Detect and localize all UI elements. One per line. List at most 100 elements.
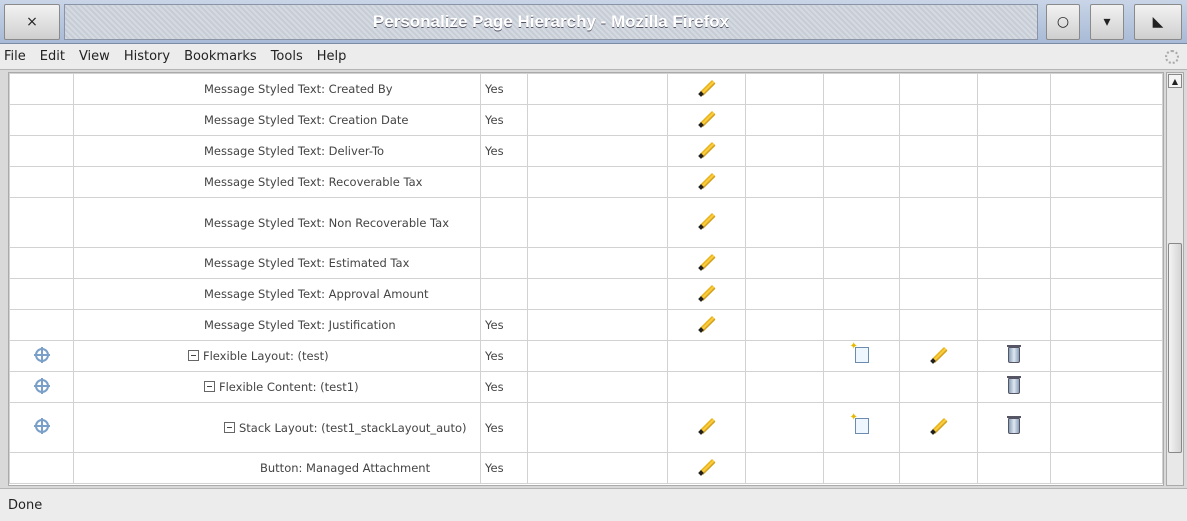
element-name-wrap: Message Styled Text: Justification [74, 315, 480, 335]
pencil-icon[interactable] [698, 417, 716, 435]
empty-cell [1050, 371, 1163, 403]
create-cell [823, 135, 900, 167]
menu-view[interactable]: View [79, 49, 110, 64]
shown-cell: Yes [480, 104, 528, 136]
restore-button[interactable]: ◣ [1134, 4, 1182, 40]
delete-cell[interactable] [977, 340, 1051, 372]
personalize-cell[interactable] [667, 452, 746, 484]
update-cell[interactable] [899, 402, 978, 453]
maximize-button[interactable]: ▾ [1090, 4, 1124, 40]
shown-cell [480, 166, 528, 198]
element-name-wrap: Stack Layout: (test1_stackLayout_auto) [74, 418, 480, 438]
pencil-icon[interactable] [698, 284, 716, 302]
delete-cell [977, 166, 1051, 198]
page-viewport: Message Styled Text: Created By Yes Messag… [8, 72, 1164, 486]
menu-help[interactable]: Help [317, 49, 347, 64]
pencil-icon[interactable] [930, 346, 948, 364]
pencil-icon[interactable] [698, 253, 716, 271]
element-name-wrap: Message Styled Text: Non Recoverable Tax [74, 213, 480, 233]
trash-icon[interactable] [1007, 344, 1021, 363]
collapse-icon[interactable] [224, 421, 235, 433]
element-name-wrap: Message Styled Text: Deliver-To [74, 141, 480, 161]
scrollbar-thumb[interactable] [1168, 243, 1182, 453]
select-cell [9, 73, 74, 105]
personalize-cell[interactable] [667, 402, 746, 453]
delete-cell[interactable] [977, 371, 1051, 403]
element-name: Stack Layout: (test1_stackLayout_auto) [239, 420, 467, 435]
select-cell [9, 452, 74, 484]
empty-cell [527, 371, 668, 403]
personalize-cell[interactable] [667, 166, 746, 198]
element-name: Flexible Content: (test1) [219, 380, 359, 394]
shown-cell: Yes [480, 340, 528, 372]
select-target-icon[interactable] [33, 377, 50, 394]
element-name-wrap: Flexible Content: (test1) [74, 377, 480, 397]
empty-cell [1050, 340, 1163, 372]
update-cell [899, 104, 978, 136]
element-name-cell: Button: Managed Attachment [73, 452, 481, 484]
vertical-scrollbar[interactable]: ▲ [1166, 72, 1184, 486]
update-cell [899, 278, 978, 310]
menu-history[interactable]: History [124, 49, 170, 64]
pencil-icon[interactable] [698, 110, 716, 128]
title-bar: × Personalize Page Hierarchy - Mozilla F… [0, 0, 1187, 44]
throbber-icon [1165, 50, 1179, 64]
element-name: Message Styled Text: Creation Date [204, 113, 409, 127]
empty-cell [1050, 197, 1163, 248]
select-cell[interactable] [9, 371, 74, 403]
pencil-icon[interactable] [698, 212, 716, 230]
element-name-cell: Flexible Content: (test1) [73, 371, 481, 403]
personalize-cell[interactable] [667, 247, 746, 279]
create-item-icon[interactable] [850, 341, 869, 363]
pencil-icon[interactable] [698, 458, 716, 476]
personalize-cell[interactable] [667, 135, 746, 167]
empty-cell [1050, 135, 1163, 167]
collapse-icon[interactable] [188, 350, 199, 361]
close-button[interactable]: × [4, 4, 60, 40]
create-item-icon[interactable] [850, 412, 869, 434]
empty-cell [527, 278, 668, 310]
create-cell[interactable] [823, 402, 900, 453]
trash-icon[interactable] [1007, 416, 1021, 434]
table-row: Stack Layout: (test1_stackLayout_auto) Ye… [9, 402, 1163, 453]
delete-cell[interactable] [977, 402, 1051, 453]
personalize-cell [667, 371, 746, 403]
personalize-cell[interactable] [667, 104, 746, 136]
pencil-icon[interactable] [930, 417, 948, 435]
select-target-icon[interactable] [33, 346, 50, 363]
hierarchy-table: Message Styled Text: Created By Yes Messag… [9, 73, 1163, 484]
shown-value: Yes [485, 82, 504, 96]
pencil-icon[interactable] [698, 315, 716, 333]
update-cell[interactable] [899, 340, 978, 372]
menu-bookmarks[interactable]: Bookmarks [184, 49, 257, 64]
table-row: Message Styled Text: Creation Date Yes [9, 104, 1163, 136]
table-row: Message Styled Text: Deliver-To Yes [9, 135, 1163, 167]
table-row: Message Styled Text: Created By Yes [9, 73, 1163, 105]
menu-file[interactable]: File [4, 49, 26, 64]
select-cell[interactable] [9, 340, 74, 372]
scroll-up-icon[interactable]: ▲ [1168, 74, 1182, 88]
create-cell[interactable] [823, 340, 900, 372]
trash-icon[interactable] [1007, 375, 1021, 394]
delete-cell [977, 104, 1051, 136]
menu-edit[interactable]: Edit [40, 49, 65, 64]
pencil-icon[interactable] [698, 172, 716, 190]
menu-tools[interactable]: Tools [271, 49, 303, 64]
collapse-icon[interactable] [204, 381, 215, 392]
personalize-cell[interactable] [667, 278, 746, 310]
select-target-icon[interactable] [33, 418, 50, 434]
empty-cell [527, 247, 668, 279]
table-row: Message Styled Text: Approval Amount [9, 278, 1163, 310]
personalize-cell[interactable] [667, 197, 746, 248]
minimize-button[interactable]: ○ [1046, 4, 1080, 40]
element-name-cell: Message Styled Text: Deliver-To [73, 135, 481, 167]
personalize-cell[interactable] [667, 73, 746, 105]
select-cell [9, 309, 74, 341]
element-name: Message Styled Text: Justification [204, 318, 396, 332]
select-cell[interactable] [9, 402, 74, 453]
pencil-icon[interactable] [698, 79, 716, 97]
personalize-cell[interactable] [667, 309, 746, 341]
element-name: Message Styled Text: Recoverable Tax [204, 175, 423, 189]
pencil-icon[interactable] [698, 141, 716, 159]
element-name-wrap: Button: Managed Attachment [74, 458, 480, 478]
